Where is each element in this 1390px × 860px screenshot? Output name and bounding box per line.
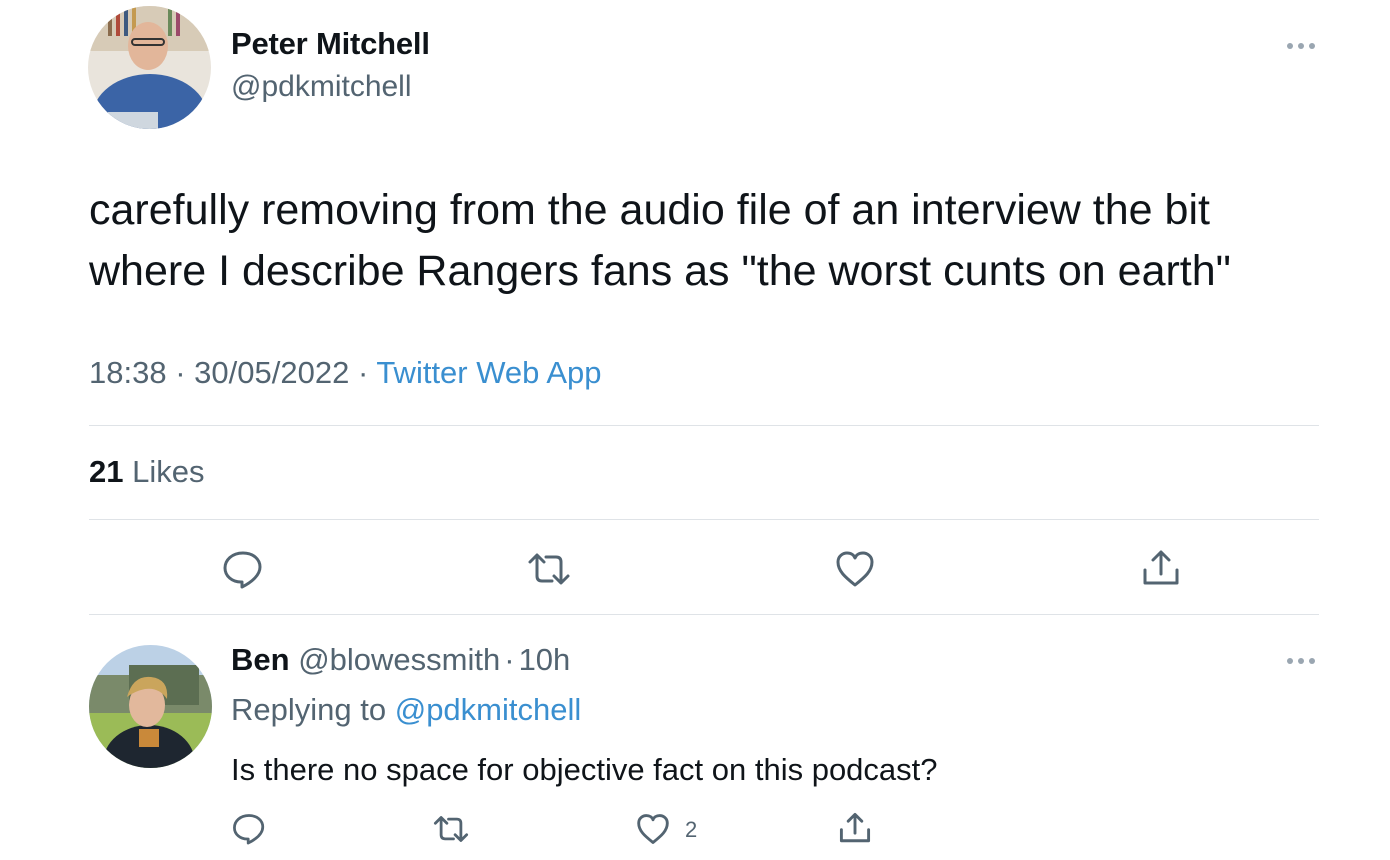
reply-author-handle[interactable]: @blowessmith <box>298 642 500 677</box>
tweet-time[interactable]: 18:38 <box>89 355 167 390</box>
reply-like-count: 2 <box>685 817 698 842</box>
likes-stat[interactable]: 21 Likes <box>89 454 204 490</box>
reply-retweet-icon[interactable] <box>432 815 470 843</box>
reply-share-icon[interactable] <box>838 811 872 845</box>
likes-label: Likes <box>132 454 205 489</box>
reply-text: Is there no space for objective fact on … <box>231 752 938 787</box>
divider <box>89 614 1319 615</box>
reply-icon[interactable] <box>222 549 264 589</box>
reply-reply-icon[interactable] <box>232 812 266 845</box>
reply-like-icon[interactable] <box>636 813 670 845</box>
retweet-icon[interactable] <box>526 552 572 586</box>
replying-prefix: Replying to <box>231 692 387 727</box>
tweet-source-link[interactable]: Twitter Web App <box>376 355 601 390</box>
divider <box>89 425 1319 426</box>
likes-count: 21 <box>89 454 124 489</box>
author-name[interactable]: Peter Mitchell <box>231 26 430 62</box>
reply-time[interactable]: 10h <box>519 642 571 677</box>
reply-header: Ben @blowessmith · 10h <box>231 642 570 678</box>
reply-more-options-icon[interactable] <box>1284 653 1318 669</box>
tweet-meta: 18:38 · 30/05/2022 · Twitter Web App <box>89 355 601 391</box>
reply-author-name[interactable]: Ben <box>231 642 290 677</box>
separator: · <box>504 642 515 677</box>
tweet-text: carefully removing from the audio file o… <box>89 186 1231 295</box>
replying-to: Replying to @pdkmitchell <box>231 692 581 728</box>
author-avatar[interactable] <box>88 6 211 129</box>
replying-handle-link[interactable]: @pdkmitchell <box>395 692 582 727</box>
tweet-date[interactable]: 30/05/2022 <box>194 355 349 390</box>
more-options-icon[interactable] <box>1284 38 1318 54</box>
divider <box>89 519 1319 520</box>
reply-author-avatar[interactable] <box>89 645 212 768</box>
separator: · <box>175 355 186 390</box>
like-icon[interactable] <box>835 550 875 588</box>
separator: · <box>357 355 369 390</box>
share-icon[interactable] <box>1141 548 1181 588</box>
author-handle[interactable]: @pdkmitchell <box>231 70 412 104</box>
